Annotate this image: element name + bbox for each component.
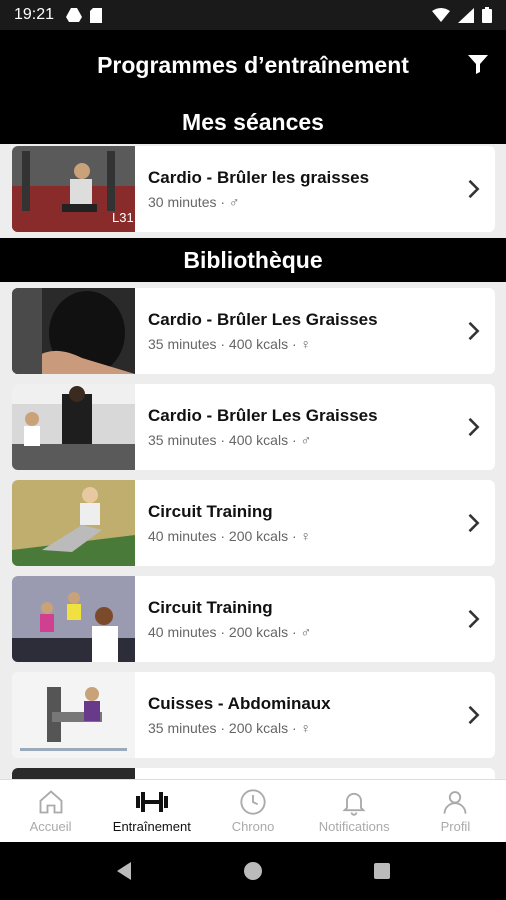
dumbbell-icon (135, 792, 168, 812)
program-thumbnail (12, 672, 135, 758)
nav-label: Profil (440, 819, 471, 834)
program-thumbnail (12, 768, 135, 779)
section-library: Bibliothèque (0, 238, 506, 282)
filter-icon[interactable] (466, 52, 490, 76)
program-name: Cardio - Brûler Les Graisses (148, 406, 378, 425)
system-nav-bar (0, 842, 506, 900)
status-time: 19:21 (14, 6, 55, 23)
library-card[interactable]: Cardio - Brûler Les Graisses 35 minutes … (12, 384, 495, 470)
chevron-right-icon (468, 705, 480, 725)
program-meta: 35 minutes · 400 kcals · ♂ (148, 432, 312, 448)
bottom-nav: Accueil Entraînement Chrono Notification… (0, 779, 506, 842)
sd-card-icon (90, 7, 103, 23)
library-card[interactable]: Circuit Training 40 minutes · 200 kcals … (12, 576, 495, 662)
library-card[interactable]: Cardio - Brûler Les Graisses 35 minutes … (12, 288, 495, 374)
nav-item-notifications[interactable]: Notifications (304, 780, 405, 842)
nav-label: Notifications (318, 819, 390, 834)
chevron-right-icon (468, 179, 480, 199)
library-card[interactable]: Circuit Training 40 minutes · 200 kcals … (12, 480, 495, 566)
program-thumbnail (12, 576, 135, 662)
library-card[interactable]: Cuisses - Abdominaux 35 minutes · 200 kc… (12, 672, 495, 758)
chevron-right-icon (468, 417, 480, 437)
page-title: Programmes d’entraînement (97, 51, 409, 78)
nav-label: Accueil (29, 819, 72, 834)
app-header: Programmes d’entraînement (0, 30, 506, 100)
chevron-right-icon (468, 609, 480, 629)
user-icon (443, 791, 467, 814)
program-name: Circuit Training (148, 502, 273, 521)
clock-icon (240, 789, 266, 815)
bell-icon (342, 792, 366, 816)
session-name: Cardio - Brûler les graisses (148, 168, 370, 187)
home-icon (39, 790, 63, 814)
recents-icon[interactable] (371, 860, 393, 882)
session-card[interactable]: L31 Cardio - Brûler les graisses 30 minu… (12, 146, 495, 232)
battery-icon (482, 7, 492, 23)
home-button-icon[interactable] (242, 860, 264, 882)
back-icon[interactable] (113, 860, 135, 882)
program-thumbnail (12, 384, 135, 470)
program-thumbnail (12, 288, 135, 374)
program-name: Cardio - Brûler Les Graisses (148, 310, 378, 329)
program-meta: 35 minutes · 400 kcals · ♀ (148, 336, 312, 352)
drive-icon (66, 8, 83, 22)
chevron-right-icon (468, 321, 480, 341)
session-meta: 30 minutes · ♂ (148, 194, 240, 210)
program-meta: 40 minutes · 200 kcals · ♀ (148, 528, 312, 544)
program-name: Circuit Training (148, 598, 273, 617)
program-thumbnail (12, 480, 135, 566)
library-card-partial[interactable] (12, 768, 495, 779)
signal-icon (458, 7, 474, 23)
status-bar: 19:21 (0, 0, 506, 30)
nav-label: Entraînement (112, 819, 191, 834)
chevron-right-icon (468, 513, 480, 533)
nav-item-profile[interactable]: Profil (405, 780, 506, 842)
nav-item-home[interactable]: Accueil (0, 780, 101, 842)
program-name: Cuisses - Abdominaux (148, 694, 331, 713)
wifi-icon (432, 8, 450, 22)
section-my-sessions: Mes séances (0, 100, 506, 144)
program-meta: 35 minutes · 200 kcals · ♀ (148, 720, 312, 736)
program-meta: 40 minutes · 200 kcals · ♂ (148, 624, 312, 640)
session-thumbnail: L31 (12, 146, 135, 232)
thumbnail-mark: L31 (112, 210, 134, 225)
nav-item-training[interactable]: Entraînement (101, 780, 202, 842)
nav-label: Chrono (231, 819, 275, 834)
nav-item-chrono[interactable]: Chrono (202, 780, 303, 842)
